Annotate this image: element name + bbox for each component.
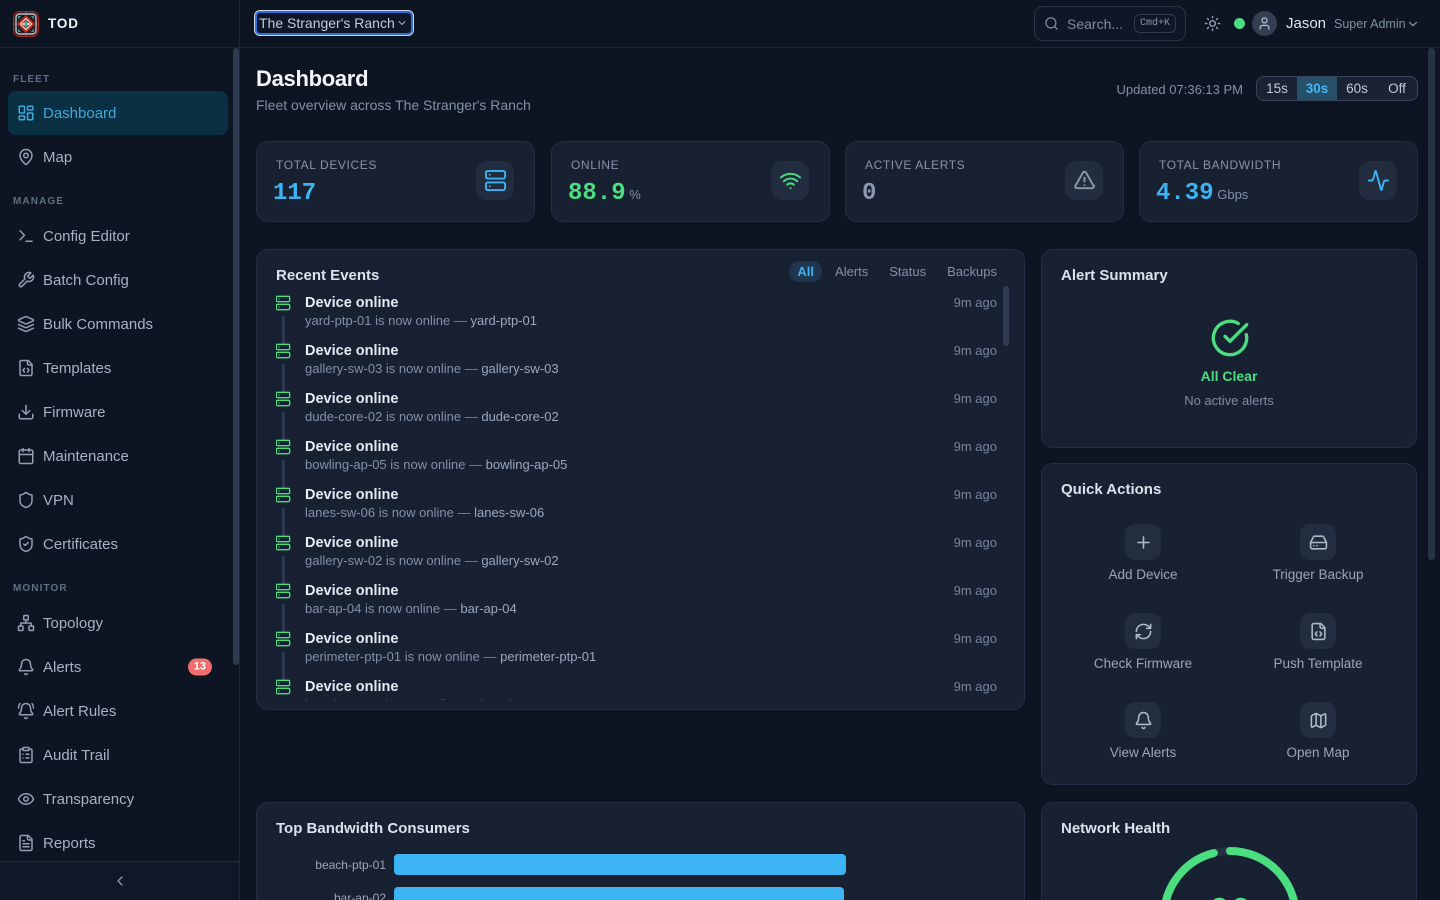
svg-text:96: 96	[1210, 894, 1251, 900]
